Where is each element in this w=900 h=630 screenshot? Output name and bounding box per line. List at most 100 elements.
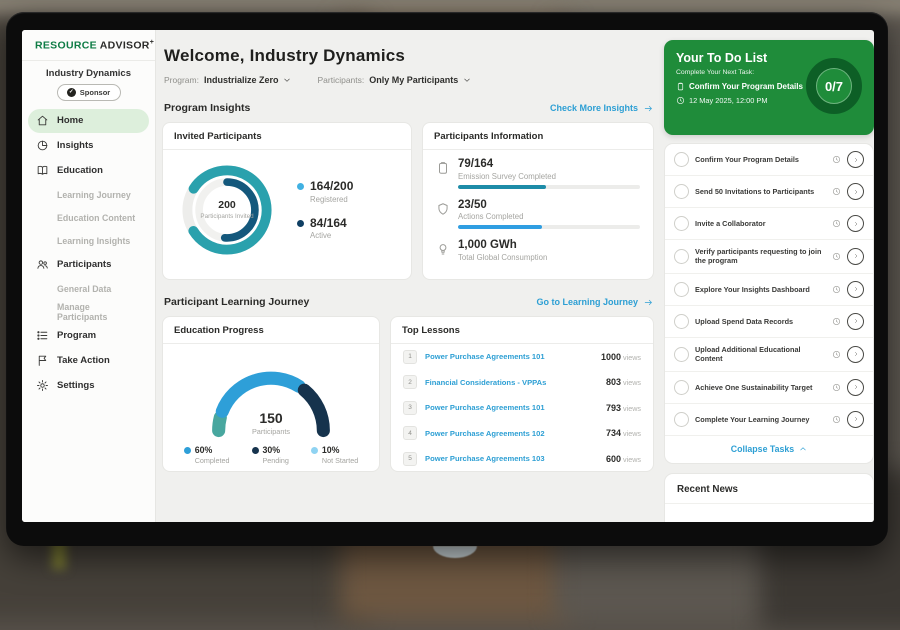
todo-progress-ring: 0/7 [803, 55, 865, 117]
sidebar-item-learning-journey[interactable]: Learning Journey [28, 184, 149, 206]
task-row: Invite a Collaborator [665, 208, 873, 240]
sidebar-item-insights[interactable]: Insights [28, 134, 149, 158]
lesson-row: 5 Power Purchase Agreements 103 600views [391, 446, 653, 472]
clock-icon [832, 252, 841, 261]
task-open-button[interactable] [847, 281, 864, 298]
sidebar-item-education[interactable]: Education [28, 159, 149, 183]
lesson-row: 3 Power Purchase Agreements 101 793views [391, 395, 653, 421]
completed-dot-icon [184, 447, 191, 454]
task-checkbox[interactable] [674, 380, 689, 395]
todo-panel: Your To Do List Complete Your Next Task:… [664, 40, 874, 522]
sidebar-item-program[interactable]: Program [28, 324, 149, 348]
stat-actions-completed: 23/50 Actions Completed [436, 199, 640, 230]
task-checkbox[interactable] [674, 347, 689, 362]
lesson-link[interactable]: Power Purchase Agreements 102 [425, 429, 598, 438]
insights-icon [36, 139, 49, 152]
task-open-button[interactable] [847, 346, 864, 363]
task-checkbox[interactable] [674, 152, 689, 167]
lesson-link[interactable]: Power Purchase Agreements 101 [425, 403, 598, 412]
clock-icon [832, 317, 841, 326]
sponsor-icon: ✓ [67, 88, 76, 97]
task-checkbox[interactable] [674, 216, 689, 231]
invited-donut-chart: 200 Participants Invited [173, 156, 281, 264]
task-open-button[interactable] [847, 379, 864, 396]
progress-bar [458, 185, 640, 189]
registered-dot-icon [297, 183, 304, 190]
sidebar-item-label: Home [57, 115, 83, 126]
legend-completed: 60% Completed [184, 445, 230, 465]
task-checkbox[interactable] [674, 184, 689, 199]
check-more-insights-link[interactable]: Check More Insights [550, 103, 654, 113]
clock-icon [832, 415, 841, 424]
progress-bar [458, 225, 640, 229]
sidebar-item-home[interactable]: Home [28, 109, 149, 133]
task-row: Confirm Your Program Details [665, 144, 873, 176]
go-to-learning-journey-link[interactable]: Go to Learning Journey [536, 297, 654, 307]
clock-icon [832, 219, 841, 228]
survey-icon [436, 161, 450, 175]
recent-news-card: Recent News [664, 473, 874, 522]
app-window: RESOURCE ADVISOR+ Industry Dynamics ✓ Sp… [22, 30, 874, 522]
sidebar-item-settings[interactable]: Settings [28, 374, 149, 398]
task-checkbox[interactable] [674, 249, 689, 264]
clock-icon [676, 96, 685, 105]
lesson-row: 2 Financial Considerations - VPPAs 803vi… [391, 370, 653, 396]
education-gauge-chart: 150 Participants [191, 352, 351, 436]
section-title-learning-journey: Participant Learning Journey [164, 296, 309, 308]
sidebar-item-participants[interactable]: Participants [28, 253, 149, 277]
legend-not-started: 10% Not Started [311, 445, 358, 465]
clock-icon [832, 285, 841, 294]
task-open-button[interactable] [847, 248, 864, 265]
task-row: Upload Additional Educational Content [665, 338, 873, 372]
sidebar-item-take-action[interactable]: Take Action [28, 349, 149, 373]
task-checkbox[interactable] [674, 412, 689, 427]
program-dropdown[interactable]: Program: Industrialize Zero [164, 75, 291, 85]
sidebar-item-education-content[interactable]: Education Content [28, 207, 149, 229]
participants-dropdown[interactable]: Participants: Only My Participants [317, 75, 471, 85]
org-name: Industry Dynamics [22, 68, 155, 79]
sidebar-item-learning-insights[interactable]: Learning Insights [28, 230, 149, 252]
collapse-tasks-link[interactable]: Collapse Tasks [665, 436, 873, 463]
education-progress-card: Education Progress 150 Participants 60% [162, 316, 380, 472]
rank-badge: 5 [403, 452, 417, 466]
monitor-bezel: RESOURCE ADVISOR+ Industry Dynamics ✓ Sp… [6, 12, 888, 546]
lesson-link[interactable]: Financial Considerations - VPPAs [425, 378, 598, 387]
sidebar-item-general-data[interactable]: General Data [28, 278, 149, 300]
sidebar-item-manage-participants[interactable]: Manage Participants [28, 301, 149, 323]
gear-icon [36, 379, 49, 392]
task-row: Verify participants requesting to join t… [665, 240, 873, 274]
top-lessons-card: Top Lessons 1 Power Purchase Agreements … [390, 316, 654, 472]
sidebar-item-label: Insights [57, 140, 93, 151]
task-open-button[interactable] [847, 215, 864, 232]
app-logo: RESOURCE ADVISOR+ [22, 39, 155, 52]
gauge-center-label: Participants [191, 427, 351, 436]
task-open-button[interactable] [847, 151, 864, 168]
donut-center-value: 200 [218, 199, 236, 211]
pending-dot-icon [252, 447, 259, 454]
arrow-right-icon [643, 104, 654, 113]
sidebar-nav: Home Insights Education Learning Journey… [22, 109, 155, 398]
chevron-up-icon [799, 445, 807, 453]
lesson-link[interactable]: Power Purchase Agreements 103 [425, 454, 598, 463]
sidebar-item-label: Education [57, 165, 103, 176]
legend-active: 84/164Active [297, 217, 353, 240]
sponsor-label: Sponsor [80, 88, 110, 97]
todo-hero-card: Your To Do List Complete Your Next Task:… [664, 40, 874, 135]
participants-information-card: Participants Information 79/164 Emission… [422, 122, 654, 280]
task-checkbox[interactable] [674, 282, 689, 297]
legend-pending: 30% Pending [252, 445, 289, 465]
task-open-button[interactable] [847, 183, 864, 200]
chevron-down-icon [463, 76, 471, 84]
clock-icon [832, 350, 841, 359]
task-row: Complete Your Learning Journey [665, 404, 873, 436]
lesson-link[interactable]: Power Purchase Agreements 101 [425, 352, 593, 361]
gauge-center-value: 150 [191, 410, 351, 426]
lesson-row: 1 Power Purchase Agreements 101 1000view… [391, 344, 653, 370]
rank-badge: 1 [403, 350, 417, 364]
task-open-button[interactable] [847, 313, 864, 330]
task-open-button[interactable] [847, 411, 864, 428]
sidebar: RESOURCE ADVISOR+ Industry Dynamics ✓ Sp… [22, 30, 156, 522]
task-checkbox[interactable] [674, 314, 689, 329]
sidebar-item-label: Take Action [57, 355, 110, 366]
donut-center-label: Participants Invited [200, 213, 254, 221]
